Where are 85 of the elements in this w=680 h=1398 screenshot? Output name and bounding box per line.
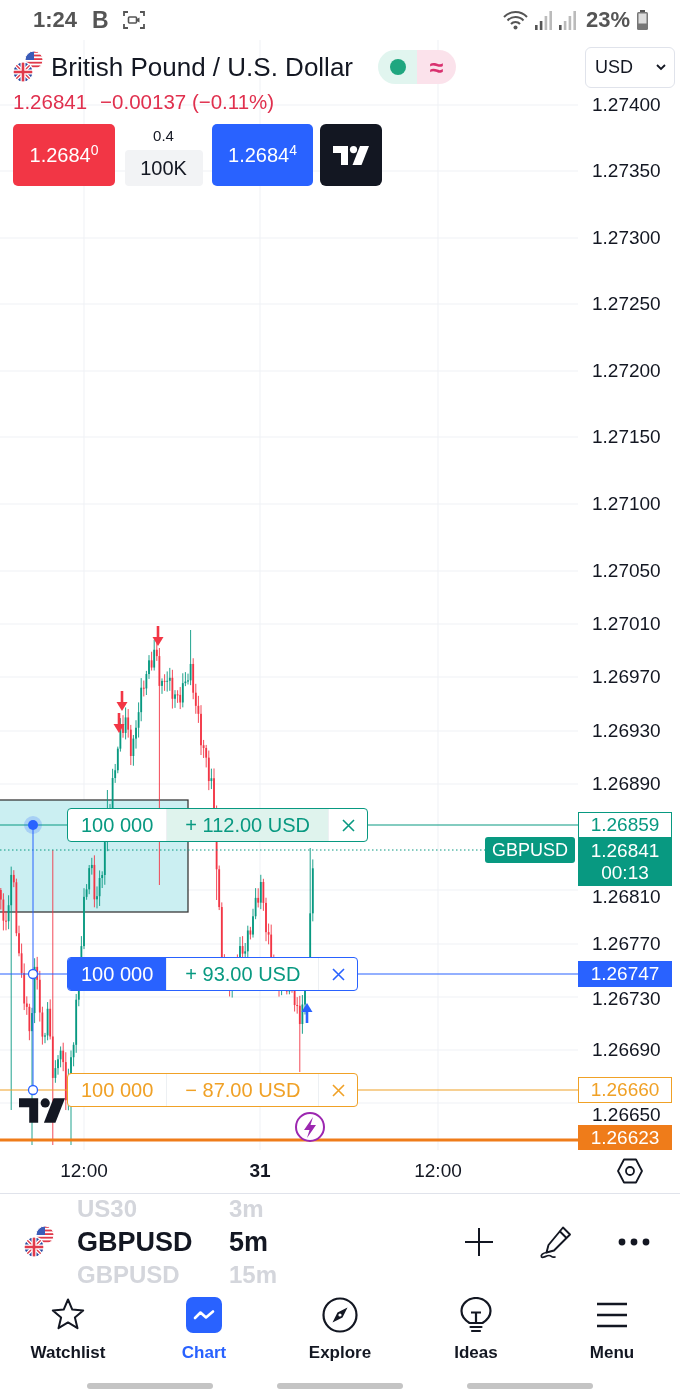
pnl-label: + 93.00 USD — [166, 958, 319, 990]
quantity-label: 100 000 — [80, 1078, 155, 1103]
signal-icon — [534, 10, 552, 30]
flag-icon — [13, 51, 44, 83]
down-arrow-icon — [152, 626, 164, 646]
settings-icon[interactable] — [616, 1157, 644, 1185]
price-axis-label: 1.26650 — [591, 1105, 662, 1125]
signal-icon — [558, 10, 576, 30]
price-axis-label: 1.27150 — [591, 427, 662, 447]
buy-button[interactable]: 1.2684$^{4}$ — [212, 124, 313, 186]
price-axis-label: 1.27100 — [591, 494, 662, 514]
status-dot-icon — [389, 59, 406, 75]
price-marker-label: 1.26623 — [578, 1125, 672, 1150]
price-axis-label: 1.26970 — [591, 667, 662, 687]
price-axis-label: 1.26770 — [591, 934, 662, 954]
compass-icon — [322, 1297, 358, 1333]
price-axis-label: 1.26810 — [591, 887, 662, 907]
close-icon — [331, 1083, 345, 1097]
notification-letter: B — [92, 6, 109, 34]
price-axis-label: 1.26890 — [591, 774, 662, 794]
order-price-label: 1.26747 — [578, 961, 672, 987]
more-icon[interactable] — [618, 1238, 650, 1246]
nav-tab[interactable]: Watchlist — [0, 1290, 136, 1370]
pnl-label: − 87.00 USD — [166, 1074, 319, 1106]
drag-handle[interactable] — [27, 1084, 39, 1096]
flag-icon — [24, 1226, 55, 1258]
price-axis-label: 1.27250 — [591, 294, 662, 314]
price-axis-label: 1.26930 — [591, 721, 662, 741]
nav-tab[interactable]: Menu — [544, 1290, 680, 1370]
plus-icon[interactable] — [464, 1227, 494, 1257]
clock-time: 1:24 — [33, 7, 78, 33]
quantity-field[interactable]: 100K — [124, 150, 203, 186]
order-tag[interactable]: 100 000 + 112.00 USD — [67, 808, 368, 842]
down-arrow-icon — [113, 713, 125, 733]
logo-button[interactable] — [320, 124, 382, 186]
sell-button[interactable]: 1.2684$^{0}$ — [13, 124, 115, 186]
nav-tab[interactable]: Explore — [272, 1290, 408, 1370]
drag-handle[interactable] — [27, 968, 39, 980]
symbol-option[interactable]: GBPUSD — [77, 1224, 229, 1260]
price-change: −0.00137 (−0.11%) — [100, 91, 275, 113]
close-icon — [341, 818, 355, 832]
chart-icon — [186, 1297, 222, 1333]
quantity-label: 100 000 — [80, 813, 155, 838]
drag-handle[interactable] — [24, 816, 42, 834]
approx-symbol: ≈ — [429, 52, 444, 82]
last-price: 1.26841 — [13, 91, 88, 113]
interval-option[interactable]: 5m — [229, 1224, 278, 1260]
currency-dropdown[interactable]: USD — [585, 47, 675, 88]
bar-countdown: 00:13 — [601, 861, 649, 884]
pen-icon[interactable] — [539, 1225, 573, 1259]
market-status-badge[interactable]: ≈ — [378, 50, 456, 84]
battery-percent: 23% — [585, 7, 630, 33]
caret-icon — [656, 64, 666, 71]
close-icon — [331, 967, 345, 981]
price-axis-label: 1.26690 — [591, 1040, 662, 1060]
quantity-label: 100 000 — [68, 958, 167, 990]
nav-tab[interactable]: Ideas — [408, 1290, 544, 1370]
spread-value: 0.4 — [153, 126, 174, 146]
price-axis-label: 1.27400 — [591, 95, 662, 115]
price-axis-label: 1.27300 — [591, 228, 662, 248]
battery-icon — [637, 10, 648, 30]
wifi-icon — [502, 10, 528, 30]
time-axis-label: 31 — [248, 1159, 272, 1183]
price-axis-label: 1.27050 — [591, 561, 662, 581]
logo-icon — [19, 1098, 65, 1123]
down-arrow-icon — [116, 691, 128, 711]
up-arrow-icon — [301, 1003, 313, 1023]
nav-tab[interactable]: Chart — [136, 1290, 272, 1370]
order-price-label: 1.26859 — [578, 812, 672, 838]
symbol-title: British Pound / U.S. Dollar — [51, 51, 353, 83]
price-axis-label: 1.27010 — [591, 614, 662, 634]
price-axis-label: 1.27350 — [591, 161, 662, 181]
price-axis-label: 1.27200 — [591, 361, 662, 381]
price-axis-label: 1.26730 — [591, 989, 662, 1009]
pnl-label: + 112.00 USD — [166, 809, 328, 841]
order-tag[interactable]: 100 000 + 93.00 USD — [67, 957, 359, 991]
order-price-label: 1.26660 — [578, 1077, 672, 1103]
screen-record-icon — [122, 11, 145, 29]
last-price-value: 1.26841 — [590, 839, 660, 862]
lightbulb-icon — [458, 1297, 494, 1333]
lightning-icon[interactable] — [295, 1112, 325, 1142]
time-axis-label: 12:00 — [413, 1159, 463, 1183]
logo-icon — [333, 145, 369, 165]
time-axis-label: 12:00 — [59, 1159, 109, 1183]
symbol-tag: GBPUSD — [485, 837, 575, 863]
